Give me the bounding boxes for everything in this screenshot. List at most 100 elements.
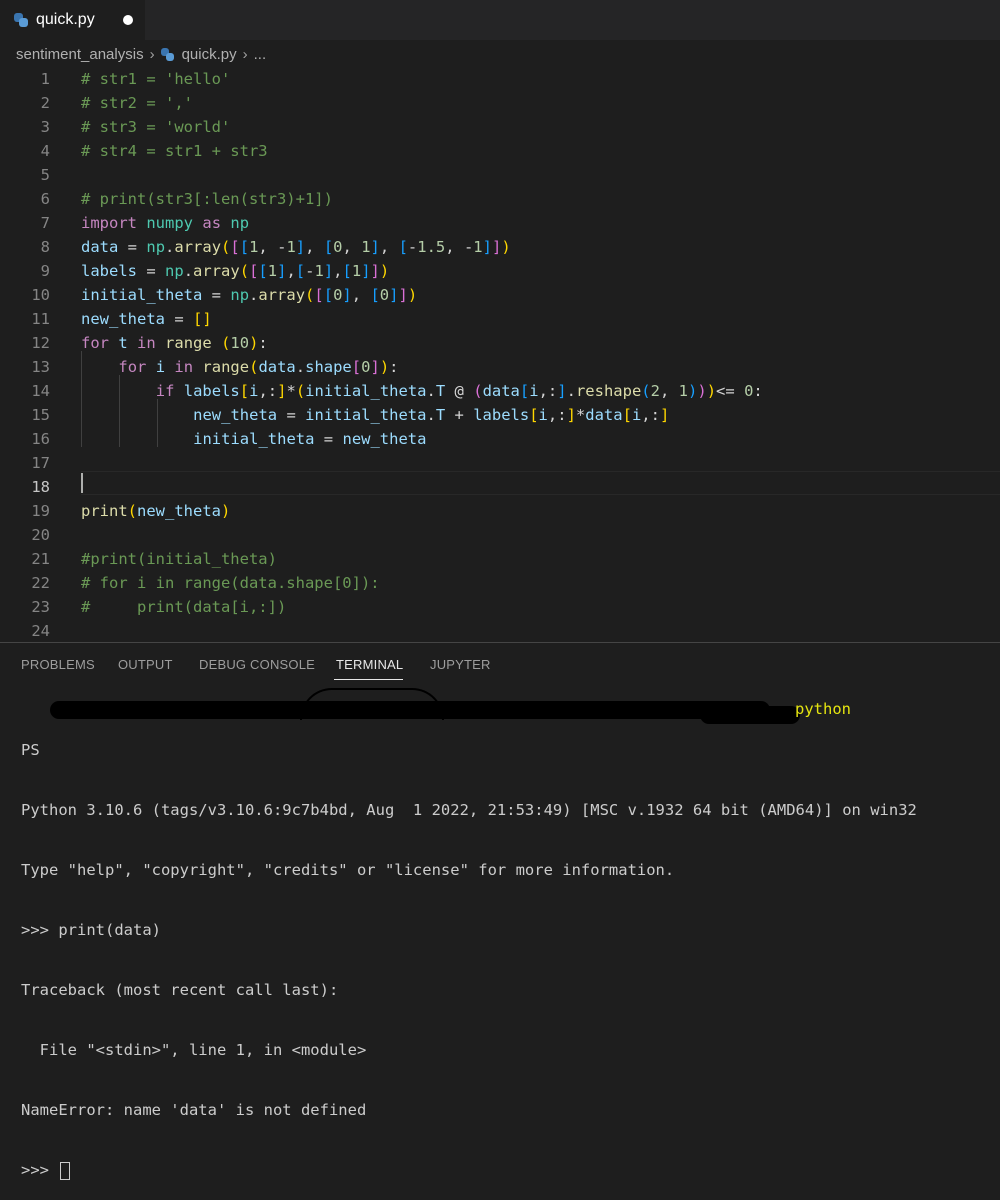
code-line[interactable]: 2 # str2 = ',' [0,91,1000,115]
code-text: # for i in range(data.shape[0]): [81,574,380,592]
line-number: 3 [40,118,50,136]
code-text: new_theta = initial_theta.T + labels[i,:… [193,406,670,424]
line-number: 13 [31,358,50,376]
line-number: 11 [31,310,50,328]
line-number: 22 [31,574,50,592]
code-text: # str3 = 'world' [81,118,231,136]
breadcrumb-file[interactable]: quick.py [182,46,237,63]
code-text: print(new_theta) [81,502,231,520]
breadcrumb-folder[interactable]: sentiment_analysis [16,46,144,63]
terminal-line: File "<stdin>", line 1, in <module> [21,1041,367,1059]
chevron-right-icon: › [149,45,155,63]
code-text: data = np.array([[1, -1], [0, 1], [-1.5,… [81,238,511,256]
redaction-scribble [700,706,800,724]
code-text: # str4 = str1 + str3 [81,142,268,160]
terminal-line: >>> print(data) [21,921,161,939]
tab-debug-console[interactable]: DEBUG CONSOLE [199,657,315,672]
line-number: 12 [31,334,50,352]
line-number: 19 [31,502,50,520]
code-text: # print(str3[:len(str3)+1]) [81,190,333,208]
code-text: initial_theta = np.array([[0], [0]]) [81,286,418,304]
unsaved-changes-dot-icon[interactable] [122,15,133,25]
code-line[interactable]: 18 [0,475,1000,499]
code-line[interactable]: 22 # for i in range(data.shape[0]): [0,571,1000,595]
code-text: import numpy as np [81,214,250,232]
line-number: 4 [40,142,50,160]
terminal-output[interactable]: PS Python 3.10.6 (tags/v3.10.6:9c7b4bd, … [21,700,991,1200]
line-number: 10 [31,286,50,304]
panel-tabs: PROBLEMS OUTPUT DEBUG CONSOLE TERMINAL J… [0,650,1000,680]
code-line[interactable]: 12 for t in range (10): [0,331,1000,355]
code-line[interactable]: 19 print(new_theta) [0,499,1000,523]
code-line[interactable]: 9 labels = np.array([[1],[-1],[1]]) [0,259,1000,283]
chevron-right-icon: › [242,45,248,63]
code-line[interactable]: 10 initial_theta = np.array([[0], [0]]) [0,283,1000,307]
line-number: 6 [40,190,50,208]
redaction-scribble [50,701,770,719]
line-number: 20 [31,526,50,544]
tab-label: quick.py [36,11,95,28]
terminal-prompt: >>> [21,1161,59,1179]
code-line[interactable]: 4 # str4 = str1 + str3 [0,139,1000,163]
code-line[interactable]: 11 new_theta = [] [0,307,1000,331]
terminal-line: Type "help", "copyright", "credits" or "… [21,861,675,879]
line-number: 24 [31,622,50,640]
code-text: for i in range(data.shape[0]): [118,358,399,376]
terminal-cursor [60,1161,71,1180]
active-tab-indicator [334,679,403,680]
code-text: if labels[i,:]*(initial_theta.T @ (data[… [155,382,763,400]
code-line[interactable]: 1 # str1 = 'hello' [0,67,1000,91]
code-line[interactable]: 24 [0,619,1000,643]
code-text: for t in range (10): [81,334,268,352]
line-number: 23 [31,598,50,616]
terminal-line: Python 3.10.6 (tags/v3.10.6:9c7b4bd, Aug… [21,801,917,819]
code-text: # str2 = ',' [81,94,193,112]
python-file-icon [160,47,174,61]
code-text: labels = np.array([[1],[-1],[1]]) [81,262,390,280]
line-number: 17 [31,454,50,472]
line-number: 21 [31,550,50,568]
tab-terminal[interactable]: TERMINAL [336,657,403,672]
line-number: 2 [40,94,50,112]
line-number: 9 [40,262,50,280]
code-line[interactable]: 6 # print(str3[:len(str3)+1]) [0,187,1000,211]
code-line[interactable]: 3 # str3 = 'world' [0,115,1000,139]
terminal-line: NameError: name 'data' is not defined [21,1101,367,1119]
code-line[interactable]: 8 data = np.array([[1, -1], [0, 1], [-1.5… [0,235,1000,259]
terminal-prompt-line: PS [21,741,40,759]
code-text: #print(initial_theta) [81,550,277,568]
line-number: 15 [31,406,50,424]
tab-problems[interactable]: PROBLEMS [21,657,95,672]
breadcrumb-more[interactable]: ... [254,46,267,63]
line-number: 1 [40,70,50,88]
code-editor[interactable]: 1 # str1 = 'hello' 2 # str2 = ',' 3 # str3 = … [0,67,1000,641]
line-number: 14 [31,382,50,400]
panel-divider [0,642,1000,643]
breadcrumb: sentiment_analysis › quick.py › ... [0,42,1000,66]
code-line[interactable]: 17 [0,451,1000,475]
code-text: new_theta = [] [81,310,212,328]
terminal-line: Traceback (most recent call last): [21,981,339,999]
terminal-input-line[interactable]: >>> [21,1160,991,1180]
python-file-icon [14,13,28,27]
code-line[interactable]: 13 for i in range(data.shape[0]): [0,355,1000,379]
code-line[interactable]: 15 new_theta = initial_theta.T + labels[… [0,403,1000,427]
code-text: # str1 = 'hello' [81,70,231,88]
code-line[interactable]: 16 initial_theta = new_theta [0,427,1000,451]
tab-output[interactable]: OUTPUT [118,657,173,672]
code-line[interactable]: 14 if labels[i,:]*(initial_theta.T @ (da… [0,379,1000,403]
line-number: 8 [40,238,50,256]
code-line[interactable]: 5 [0,163,1000,187]
editor-tab-bar: quick.py [0,0,1000,40]
code-line[interactable]: 7 import numpy as np [0,211,1000,235]
line-number: 18 [31,478,50,496]
tab-jupyter[interactable]: JUPYTER [430,657,491,672]
line-number: 7 [40,214,50,232]
code-text: # print(data[i,:]) [81,598,287,616]
line-number: 5 [40,166,50,184]
line-number: 16 [31,430,50,448]
code-line[interactable]: 20 [0,523,1000,547]
code-line[interactable]: 21 #print(initial_theta) [0,547,1000,571]
tab-quick-py[interactable]: quick.py [0,0,145,40]
code-line[interactable]: 23 # print(data[i,:]) [0,595,1000,619]
